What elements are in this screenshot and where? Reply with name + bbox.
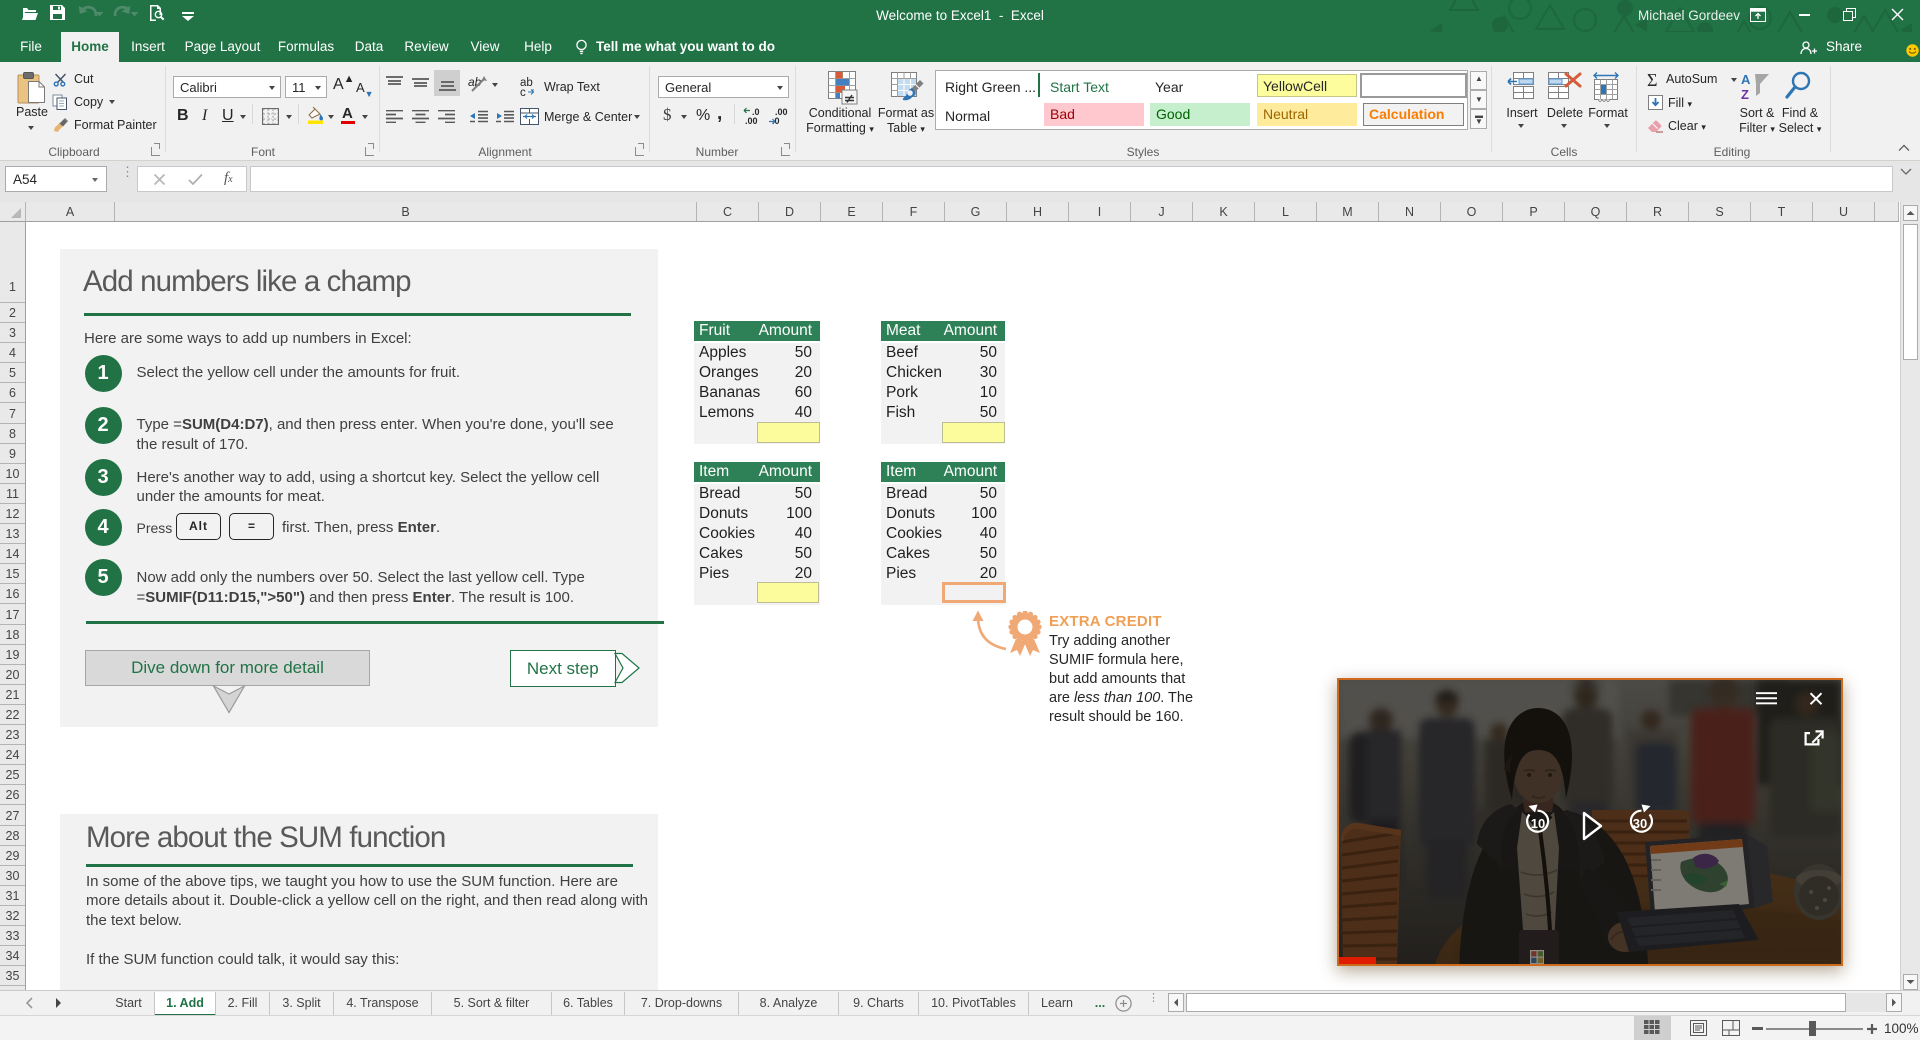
svg-text:A: A: [1741, 72, 1751, 87]
svg-text:Z: Z: [1741, 87, 1749, 100]
svg-text:c: c: [520, 87, 526, 96]
svg-text:10: 10: [1531, 816, 1545, 831]
svg-text:.00: .00: [745, 116, 758, 126]
svg-text:30: 30: [1633, 816, 1647, 831]
